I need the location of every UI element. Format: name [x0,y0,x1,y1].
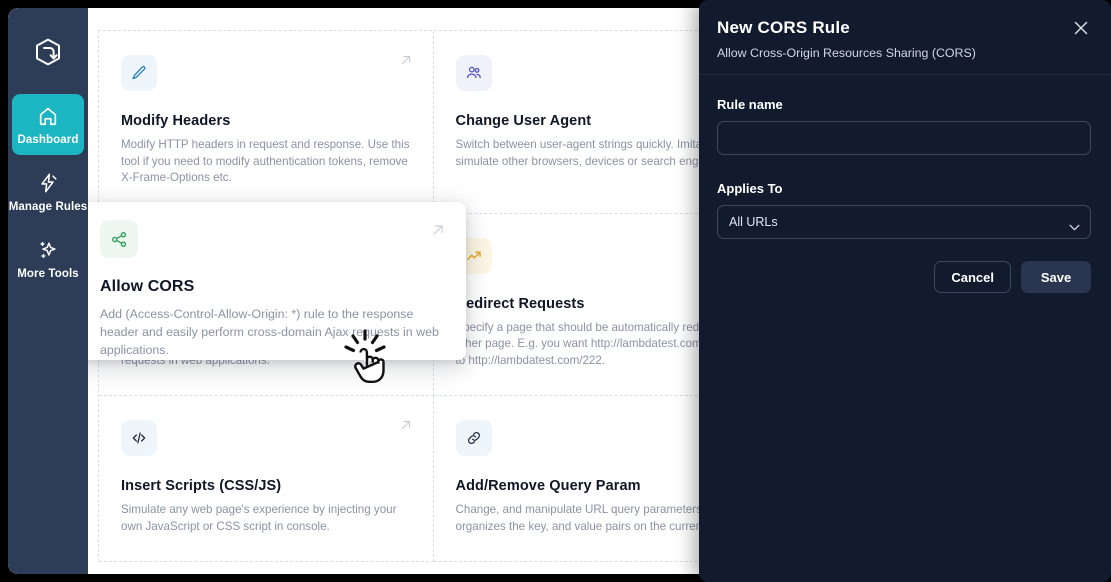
applies-to-label: Applies To [717,181,783,196]
home-icon [37,105,59,127]
arrow-up-right-icon[interactable] [399,418,413,432]
sidebar-item-label: More Tools [17,268,79,280]
panel-actions: Cancel Save [717,261,1091,293]
highlighted-card-title: Allow CORS [100,278,195,295]
lightning-icon [37,172,59,194]
cancel-button[interactable]: Cancel [934,261,1011,293]
highlighted-card-desc: Add (Access-Control-Allow-Origin: *) rul… [100,307,439,357]
tool-card-desc: Simulate any web page's experience by in… [121,503,397,533]
sidebar-item-more-tools[interactable]: More Tools [12,228,84,289]
sidebar-item-dashboard[interactable]: Dashboard [12,94,84,155]
link-icon [455,420,492,456]
rule-name-label: Rule name [717,97,783,112]
code-icon [121,420,157,456]
highlighted-tool-card-allow-cors[interactable]: Allow CORS Add (Access-Control-Allow-Ori… [88,202,466,360]
sidebar: Dashboard Manage Rules More Tools [8,8,88,574]
users-icon [455,55,492,91]
field-spacer [717,155,1091,181]
tool-card-modify-headers[interactable]: Modify Headers Modify HTTP headers in re… [99,31,434,214]
share-nodes-icon [100,220,138,258]
tool-card-insert-scripts[interactable]: Insert Scripts (CSS/JS) Simulate any web… [99,396,434,562]
tool-card-title: Modify Headers [121,113,231,129]
pencil-icon [121,55,157,91]
rule-name-input[interactable] [717,121,1091,155]
sidebar-item-label: Dashboard [17,134,79,146]
applies-to-selected-value: All URLs [729,215,778,229]
panel-subtitle: Allow Cross-Origin Resources Sharing (CO… [717,46,976,60]
sparkles-icon [37,239,59,261]
panel-header: New CORS Rule Allow Cross-Origin Resourc… [699,0,1111,75]
sidebar-item-label: Manage Rules [8,201,88,213]
panel-title: New CORS Rule [717,18,850,37]
panel-body: Rule name Applies To All URLs Cancel Sav… [699,75,1111,293]
tool-card-title: Insert Scripts (CSS/JS) [121,478,282,494]
arrow-up-right-icon[interactable] [399,53,413,67]
applies-to-select[interactable]: All URLs [717,205,1091,239]
sidebar-item-manage-rules[interactable]: Manage Rules [9,161,87,222]
new-cors-rule-panel: New CORS Rule Allow Cross-Origin Resourc… [699,0,1111,582]
hexagon-arrow-logo-icon[interactable] [28,32,68,72]
applies-to-select-wrapper: All URLs [717,205,1091,239]
tool-card-desc: Modify HTTP headers in request and respo… [121,138,410,184]
arrow-up-right-icon[interactable] [430,222,446,238]
save-button[interactable]: Save [1021,261,1091,293]
screenshot-root: Dashboard Manage Rules More Tools Modify… [0,0,1111,582]
close-icon[interactable] [1071,18,1091,38]
